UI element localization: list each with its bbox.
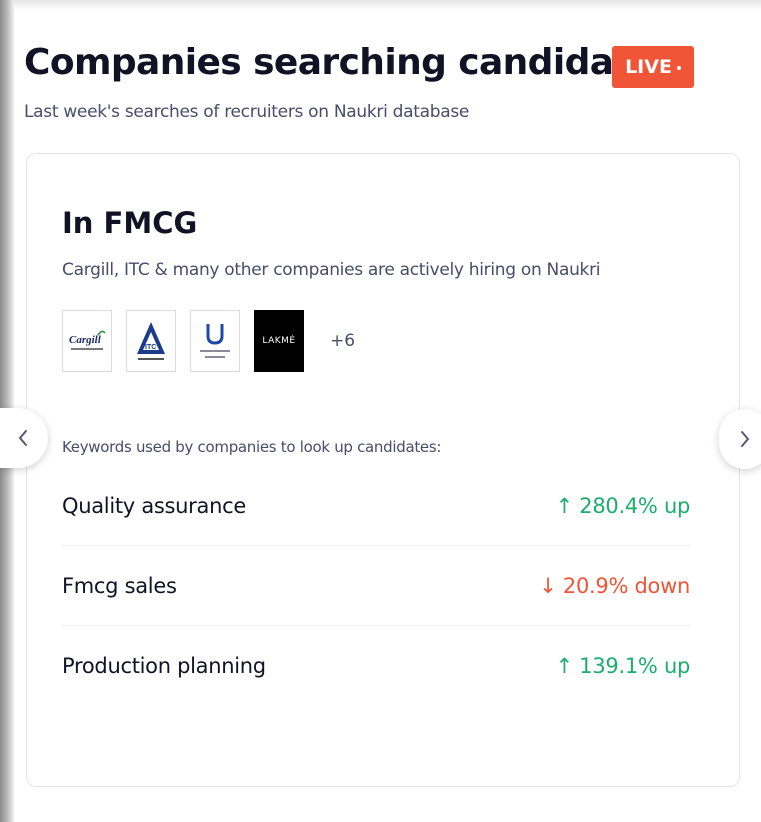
live-badge-label: LIVE (625, 56, 672, 78)
top-edge-shadow (0, 0, 761, 10)
keyword-row: Production planning ↑ 139.1% up (62, 626, 690, 706)
keyword-row: Fmcg sales ↓ 20.9% down (62, 546, 690, 626)
industry-title: In FMCG (62, 206, 198, 240)
lakme-logo-text: LAKMÉ (262, 336, 296, 346)
keyword-change: ↓ 20.9% down (539, 573, 690, 598)
itc-logo[interactable]: ITC (126, 310, 176, 372)
carousel-next-button[interactable] (719, 409, 761, 469)
page-title: Companies searching candidates (24, 42, 675, 83)
company-logos: Cargill ITC LAKMÉ +6 (62, 310, 355, 372)
cargill-logo[interactable]: Cargill (62, 310, 112, 372)
keyword-name: Quality assurance (62, 493, 246, 518)
keyword-change: ↑ 139.1% up (555, 654, 691, 678)
industry-description: Cargill, ITC & many other companies are … (62, 260, 601, 280)
svg-text:ITC: ITC (145, 344, 156, 351)
chevron-right-icon (741, 431, 750, 447)
svg-text:Cargill: Cargill (69, 334, 102, 346)
keywords-label: Keywords used by companies to look up ca… (62, 438, 442, 456)
live-badge: LIVE (612, 46, 694, 88)
keyword-name: Fmcg sales (62, 573, 177, 598)
live-dot-icon (676, 66, 681, 70)
more-companies-count[interactable]: +6 (330, 331, 355, 351)
unilever-logo[interactable] (190, 310, 240, 372)
chevron-left-icon (18, 430, 27, 446)
keyword-change: ↑ 280.4% up (555, 493, 691, 518)
page-subtitle: Last week's searches of recruiters on Na… (24, 102, 470, 122)
keyword-row: Quality assurance ↑ 280.4% up (62, 466, 690, 546)
lakme-logo[interactable]: LAKMÉ (254, 310, 304, 372)
keyword-name: Production planning (62, 654, 266, 678)
